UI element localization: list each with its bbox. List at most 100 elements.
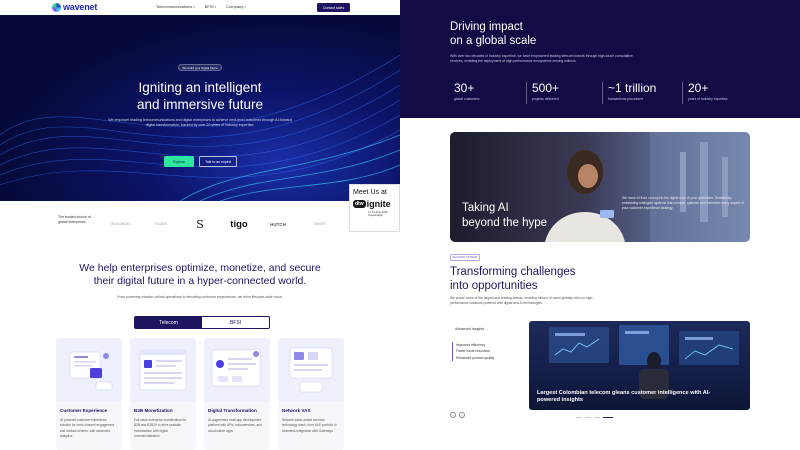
logo-text: wavenet: [63, 2, 98, 12]
client-logo: GLOBE: [154, 222, 168, 226]
carousel-dot[interactable]: [576, 417, 582, 419]
card-description: Full-stack enterprise monetization for B…: [134, 418, 187, 438]
hero-subtitle: We empower leading telecommunications an…: [108, 118, 292, 127]
nav-item-company[interactable]: Company ▾: [226, 4, 246, 9]
success-stories-badge: SUCCESS STORIES: [450, 254, 480, 261]
client-logo: tigo: [230, 218, 248, 230]
industry-toggle: Telecom BFSI: [134, 316, 270, 329]
stat-divider: [526, 82, 527, 104]
carousel-dot[interactable]: [585, 417, 591, 419]
card-description: AI-augmented multi-app development platf…: [208, 418, 262, 433]
solutions-title-line: their digital future in a hyper-connecte…: [93, 275, 307, 287]
stat-label: years of industry expertise: [688, 97, 728, 101]
carousel-arrows: ‹ ›: [450, 412, 465, 418]
solution-card-network-vas[interactable]: Network VAS Network value-added services…: [278, 338, 344, 450]
impact-subtitle: With over two decades of industry expert…: [450, 54, 633, 63]
stat-value: 30+: [454, 81, 475, 95]
stat-projects: 500+ projects delivered: [532, 81, 604, 105]
card-description: AI-powered customer experience solution …: [60, 418, 115, 438]
solution-card-customer-experience[interactable]: Customer Experience AI-powered customer …: [56, 338, 122, 450]
advanced-insights-label: Advanced insights: [455, 327, 485, 331]
tab-bfsi[interactable]: BFSI: [202, 317, 269, 328]
talk-to-expert-button[interactable]: Talk to an expert: [199, 156, 237, 167]
stat-transactions: ~1 trillion transactions processed: [608, 81, 680, 105]
card-title: B2B Monetization: [134, 408, 173, 413]
ai-card-title: Taking AI beyond the hype: [462, 201, 547, 231]
list-item: Enhanced product quality: [456, 355, 495, 360]
client-logo-strip: TELKOMSEL GLOBE S tigo HUTCH SMART: [108, 213, 338, 235]
top-navbar: wavenet Telecommunications ▾ BFSI ▾ Compan…: [0, 0, 400, 15]
ai-card-description: We move AI from concept to the digital c…: [622, 196, 744, 210]
hero-title: Igniting an intelligent and immersive fu…: [0, 79, 400, 113]
ai-card-title-line: Taking AI: [462, 202, 509, 214]
impact-section: Driving impact on a global scale With ov…: [400, 0, 800, 118]
contact-sales-button[interactable]: Contact sales: [317, 3, 350, 12]
challenges-subtitle: We power some of the largest and leading…: [450, 296, 594, 305]
stat-value: 20+: [688, 81, 709, 95]
card-illustration: [204, 338, 270, 402]
stat-years: 20+ years of industry expertise: [688, 81, 760, 105]
hero-title-line: Igniting an intelligent: [138, 80, 262, 95]
stat-customers: 30+ global customers: [454, 81, 526, 105]
card-title: Customer Experience: [60, 408, 108, 413]
hero-title-line: and immersive future: [136, 97, 264, 112]
carousel-dot[interactable]: [594, 417, 600, 419]
client-logo: S: [196, 217, 204, 231]
homepage-right-panel: Driving impact on a global scale With ov…: [400, 0, 800, 450]
stat-divider: [602, 82, 603, 104]
explore-button[interactable]: Explore: [164, 156, 194, 167]
card-title: Network VAS: [282, 408, 311, 413]
client-logo: HUTCH: [270, 221, 286, 227]
impact-title-line: on a global scale: [450, 34, 537, 47]
card-illustration: [56, 338, 122, 402]
card-illustration: [130, 338, 196, 402]
chevron-down-icon: ▾: [214, 4, 217, 9]
chevron-down-icon: ▾: [193, 4, 195, 9]
wavenet-logo-icon: [52, 2, 61, 12]
solutions-subtitle: From powering mission-critical operation…: [117, 295, 283, 299]
arrow-left-icon[interactable]: ‹: [450, 412, 456, 418]
chevron-down-icon: ▾: [244, 4, 246, 9]
nav-item-bfsi[interactable]: BFSI ▾: [205, 4, 216, 9]
client-logo: SMART: [313, 222, 327, 226]
card-description: Network value-added services technology …: [282, 418, 337, 433]
solution-card-digital-transformation[interactable]: Digital Transformation AI-augmented mult…: [204, 338, 270, 450]
nav-menu: Telecommunications ▾ BFSI ▾ Company ▾: [156, 4, 246, 9]
insights-list: Improved efficiency Faster issue resolut…: [452, 342, 495, 362]
impact-title: Driving impact on a global scale: [450, 21, 536, 48]
nav-item-telecom[interactable]: Telecommunications ▾: [156, 4, 195, 9]
event-badge[interactable]: Meet Us at dtw ignite 17-19 June 2025 Co…: [349, 184, 400, 232]
carousel-dots: [576, 417, 613, 419]
nav-item-label: Telecommunications: [156, 4, 193, 9]
ai-feature-card[interactable]: Taking AI beyond the hype We move AI fro…: [450, 132, 750, 242]
stat-value: ~1 trillion: [608, 81, 657, 95]
stat-label: transactions processed: [608, 97, 643, 101]
ai-card-title-line: beyond the hype: [462, 217, 548, 229]
homepage-left-panel: wavenet Telecommunications ▾ BFSI ▾ Compan…: [0, 0, 400, 450]
stat-divider: [682, 82, 683, 104]
nav-item-label: BFSI: [204, 4, 214, 9]
stat-label: global customers: [454, 97, 480, 101]
case-study-caption: Largest Colombian telecom gleans custome…: [537, 390, 711, 404]
client-logo: TELKOMSEL: [109, 222, 131, 226]
impact-title-line: Driving impact: [450, 21, 523, 33]
arrow-right-icon[interactable]: ›: [459, 412, 465, 418]
event-logo-name: ignite: [366, 199, 391, 209]
solutions-title: We help enterprises optimize, monetize, …: [40, 262, 360, 288]
tab-telecom[interactable]: Telecom: [135, 317, 202, 328]
nav-item-label: Company: [226, 4, 244, 9]
hero-pill-badge: We build your digital future: [178, 64, 222, 71]
solution-card-b2b-monetization[interactable]: B2B Monetization Full-stack enterprise m…: [130, 338, 196, 450]
solutions-title-line: We help enterprises optimize, monetize, …: [79, 262, 321, 274]
stat-label: projects delivered: [532, 97, 559, 101]
wavenet-logo[interactable]: wavenet: [52, 2, 97, 12]
challenges-title-line: Transforming challenges: [450, 266, 576, 278]
event-date: 17-19 June 2025 Copenhagen: [368, 211, 388, 218]
carousel-dot-active[interactable]: [603, 417, 613, 419]
hero-section: We build your digital future Igniting an…: [0, 15, 400, 201]
solution-cards: Customer Experience AI-powered customer …: [56, 338, 344, 450]
card-illustration: [278, 338, 344, 402]
card-title: Digital Transformation: [208, 408, 257, 413]
challenges-title: Transforming challenges into opportuniti…: [450, 266, 576, 293]
case-study-card[interactable]: Largest Colombian telecom gleans custome…: [529, 321, 750, 410]
